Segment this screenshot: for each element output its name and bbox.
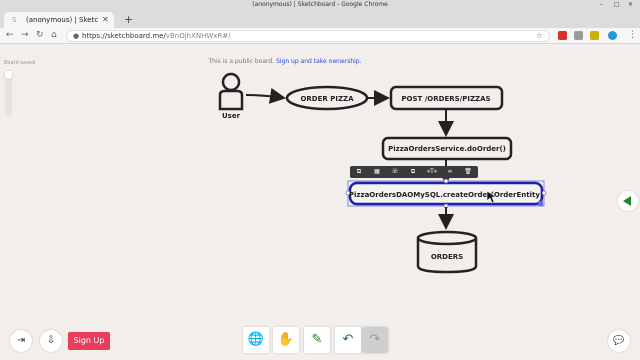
sign-up-button[interactable]: Sign Up [68, 332, 110, 350]
color-icon[interactable]: ▦ [370, 167, 384, 177]
pen-tool-button[interactable]: ✎ [304, 327, 330, 353]
copy-icon[interactable]: ⧉ [406, 167, 420, 177]
text-size-icon[interactable]: «T» [425, 167, 439, 177]
skype-icon[interactable] [608, 31, 617, 40]
db-label: ORDERS [431, 253, 463, 261]
diagram-svg[interactable]: User ORDER PIZZA POST /ORDERS/PIZZAS Piz… [0, 45, 640, 360]
tab-close-icon[interactable]: ✕ [102, 15, 109, 24]
window-title: (anonymous) | Sketchboard - Google Chrom… [252, 1, 388, 8]
url-host: https://sketchboard.me/ [82, 32, 166, 40]
forward-icon[interactable]: → [21, 30, 29, 40]
link-icon[interactable]: ∞ [443, 167, 457, 177]
arrow-left-icon [623, 196, 631, 206]
maximize-icon[interactable]: □ [614, 1, 620, 8]
resize-handle[interactable] [538, 201, 543, 206]
delete-icon[interactable]: 🗑 [461, 167, 475, 177]
address-bar[interactable]: ● https://sketchboard.me/vBnOjhXNHWxR#/ … [66, 30, 550, 42]
globe-tool-button[interactable]: 🌐 [243, 327, 269, 353]
adblock-icon[interactable] [558, 31, 567, 40]
arrow-actor-to-order[interactable] [245, 87, 286, 104]
dao-box-label: PizzaOrdersDAOMySQL.createOrder(OrderEnt… [349, 191, 543, 199]
selection-handle-top[interactable] [443, 178, 449, 184]
tab-strip: S (anonymous) | Sketchboa ✕ + [0, 10, 640, 28]
service-box[interactable]: PizzaOrdersService.doOrder() [381, 136, 513, 161]
redo-button[interactable]: ↷ [362, 327, 388, 353]
tab-title: (anonymous) | Sketchboa [26, 16, 98, 24]
order-pizza-ellipse[interactable]: ORDER PIZZA [285, 85, 369, 111]
shield-icon[interactable] [574, 31, 583, 40]
home-icon[interactable]: ⌂ [51, 30, 57, 40]
orders-database[interactable]: ORDERS [416, 230, 478, 274]
url-text[interactable]: https://sketchboard.me/vBnOjhXNHWxR#/ [82, 32, 231, 40]
dao-box[interactable]: PizzaOrdersDAOMySQL.createOrder(OrderEnt… [345, 178, 547, 209]
chat-button[interactable]: 💬 [608, 330, 630, 352]
post-orders-box[interactable]: POST /ORDERS/PIZZAS [389, 85, 504, 111]
window-titlebar: (anonymous) | Sketchboard - Google Chrom… [0, 0, 640, 10]
pin-icon[interactable] [590, 31, 599, 40]
actor-label: User [222, 112, 241, 120]
board-canvas[interactable]: Board saved This is a public board. Sign… [0, 45, 640, 360]
user-actor[interactable]: User [218, 72, 244, 120]
ellipse-label: ORDER PIZZA [300, 95, 354, 103]
new-tab-button[interactable]: + [124, 13, 133, 26]
import-button[interactable]: ⇥ [10, 330, 32, 352]
sketchboard-favicon-icon: S [12, 16, 17, 24]
hand-tool-button[interactable]: ✋ [273, 327, 299, 353]
bookmark-star-icon[interactable]: ☆ [536, 31, 543, 40]
address-toolbar: ← → ↻ ⌂ ● https://sketchboard.me/vBnOjhX… [0, 28, 640, 44]
post-box-label: POST /ORDERS/PIZZAS [401, 95, 490, 103]
open-sidebar-button[interactable] [618, 191, 638, 211]
export-button[interactable]: ⇩ [40, 330, 62, 352]
undo-button[interactable]: ↶ [335, 327, 361, 353]
shape-context-toolbar: ⧉ ▦ ☏ ⧉ «T» ∞ 🗑 [350, 166, 478, 178]
duplicate-icon[interactable]: ⧉ [352, 167, 366, 177]
service-box-label: PizzaOrdersService.doOrder() [388, 145, 506, 153]
url-path: vBnOjhXNHWxR#/ [165, 32, 231, 40]
lock-icon: ● [73, 32, 80, 40]
chrome-menu-icon[interactable]: ⋮ [628, 30, 637, 40]
close-window-icon[interactable]: ✕ [628, 1, 633, 8]
browser-tab[interactable]: S (anonymous) | Sketchboa ✕ [4, 12, 114, 28]
back-icon[interactable]: ← [6, 30, 14, 40]
connect-icon[interactable]: ☏ [388, 167, 402, 177]
minimize-icon[interactable]: – [600, 1, 603, 8]
reload-icon[interactable]: ↻ [36, 30, 44, 40]
